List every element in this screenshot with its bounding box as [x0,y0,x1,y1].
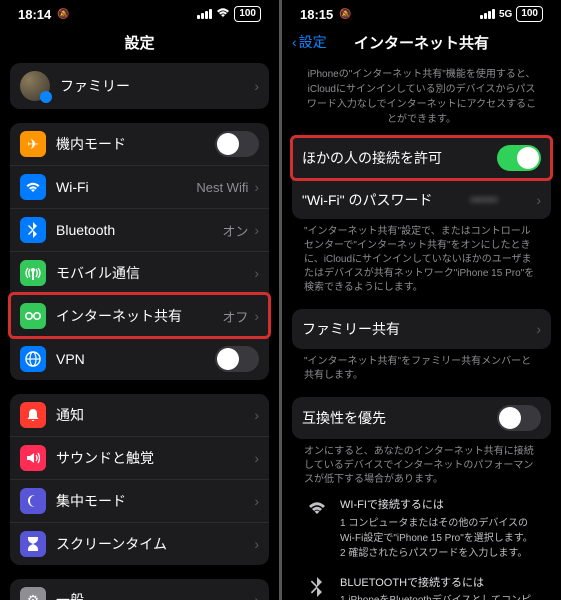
antenna-icon [20,260,46,286]
status-bar: 18:15 🔕 5G 100 [282,0,561,24]
airplane-mode-row[interactable]: ✈︎ 機内モード [10,123,269,165]
chevron-right-icon: › [254,493,259,509]
chevron-right-icon: › [254,308,259,324]
back-button[interactable]: ‹ 設定 [292,32,327,52]
speaker-icon [20,445,46,471]
compat-label: 互換性を優先 [302,408,497,428]
cellular-signal-icon [197,9,212,19]
wifi-info-title: WI-FIで接続するには [340,497,537,514]
gear-icon: ⚙︎ [20,587,46,600]
page-title: ‹ 設定 インターネット共有 [282,24,561,63]
chevron-right-icon: › [254,222,259,238]
bt-info-title: BLUETOOTHで接続するには [340,575,537,592]
chevron-right-icon: › [254,450,259,466]
settings-root-screen: 18:14 🔕 100 設定 ファミリー › ✈︎ 機内モード [0,0,279,600]
page-title: 設定 [0,24,279,63]
wifi-password-value: •••••• [470,192,530,207]
avatar-icon [20,71,50,101]
bluetooth-label: Bluetooth [56,222,222,238]
family-row[interactable]: ファミリー › [10,63,269,109]
airplane-toggle[interactable] [215,131,259,157]
bluetooth-icon [20,217,46,243]
bell-icon [20,402,46,428]
dnd-icon: 🔕 [57,9,69,20]
status-bar: 18:14 🔕 100 [0,0,279,24]
header-title-text: インターネット共有 [354,35,489,52]
wifi-instructions: WI-FIで接続するには 1 コンピュータまたはその他のデバイスのWi-Fi設定… [292,487,551,565]
airplane-icon: ✈︎ [20,131,46,157]
bluetooth-row[interactable]: Bluetooth オン › [10,208,269,251]
wifi-password-label: "Wi-Fi" のパスワード [302,190,470,210]
vpn-toggle[interactable] [215,346,259,372]
screentime-label: スクリーンタイム [56,534,254,554]
bluetooth-instructions: BLUETOOTHで接続するには 1 iPhoneをBluetoothデバイスと… [292,565,551,600]
moon-icon [20,488,46,514]
wifi-value: Nest Wifi [196,180,248,195]
back-label: 設定 [299,32,327,52]
battery-level: 100 [516,6,543,22]
sounds-row[interactable]: サウンドと触覚 › [10,436,269,479]
battery-level: 100 [234,6,261,22]
hotspot-label: インターネット共有 [56,306,222,326]
bluetooth-icon [306,577,328,600]
chevron-right-icon: › [536,321,541,337]
chevron-right-icon: › [254,592,259,600]
status-time: 18:15 [300,7,333,22]
notifications-row[interactable]: 通知 › [10,394,269,436]
cellular-label: モバイル通信 [56,263,254,283]
airplane-label: 機内モード [56,134,215,154]
bt-info-step1: 1 iPhoneをBluetoothデバイスとしてコンピュータにペアリングします… [340,593,537,600]
cellular-row[interactable]: モバイル通信 › [10,251,269,294]
general-label: 一般 [56,590,254,600]
hotspot-icon [20,303,46,329]
personal-hotspot-screen: 18:15 🔕 5G 100 ‹ 設定 インターネット共有 iPhoneの"イン… [282,0,561,600]
sounds-label: サウンドと触覚 [56,448,254,468]
chevron-left-icon: ‹ [292,34,297,50]
maximize-compatibility-row[interactable]: 互換性を優先 [292,397,551,439]
wifi-icon [216,7,230,21]
notifications-label: 通知 [56,405,254,425]
chevron-right-icon: › [254,78,259,94]
chevron-right-icon: › [254,265,259,281]
family-footer: "インターネット共有"をファミリー共有メンバーと共有します。 [292,349,551,383]
globe-icon [20,346,46,372]
vpn-label: VPN [56,351,215,367]
allow-others-label: ほかの人の接続を許可 [302,148,497,168]
chevron-right-icon: › [254,536,259,552]
settings-list: ファミリー › ✈︎ 機内モード Wi-Fi Nest Wifi › Bluet… [0,63,279,600]
chevron-right-icon: › [254,179,259,195]
hotspot-value: オフ [222,307,248,326]
dnd-icon: 🔕 [339,9,351,20]
intro-text: iPhoneの"インターネット共有"機能を使用すると、iCloudにサインインし… [292,63,551,137]
focus-label: 集中モード [56,491,254,511]
compat-toggle[interactable] [497,405,541,431]
wifi-row[interactable]: Wi-Fi Nest Wifi › [10,165,269,208]
status-time: 18:14 [18,7,51,22]
compat-footer: オンにすると、あなたのインターネット共有に接続しているデバイスでインターネットの… [292,439,551,487]
bluetooth-value: オン [222,221,248,240]
focus-row[interactable]: 集中モード › [10,479,269,522]
allow-others-row[interactable]: ほかの人の接続を許可 [292,137,551,179]
network-type: 5G [499,9,512,20]
chevron-right-icon: › [536,192,541,208]
hourglass-icon [20,531,46,557]
cellular-signal-icon [480,9,495,19]
chevron-right-icon: › [254,407,259,423]
family-sharing-label: ファミリー共有 [302,319,536,339]
wifi-icon [306,499,328,561]
wifi-password-row[interactable]: "Wi-Fi" のパスワード •••••• › [292,179,551,219]
family-sharing-row[interactable]: ファミリー共有 › [292,309,551,349]
personal-hotspot-row[interactable]: インターネット共有 オフ › [10,294,269,337]
vpn-row[interactable]: VPN [10,337,269,380]
wifi-label: Wi-Fi [56,179,196,195]
wifi-info-step1: 1 コンピュータまたはその他のデバイスのWi-Fi設定で"iPhone 15 P… [340,516,537,546]
wifi-icon [20,174,46,200]
wifi-info-step2: 2 確認されたらパスワードを入力します。 [340,546,537,561]
family-label: ファミリー [60,76,254,96]
screentime-row[interactable]: スクリーンタイム › [10,522,269,565]
password-footer: "インターネット共有"設定で、またはコントロールセンターで"インターネット共有"… [292,219,551,295]
general-row[interactable]: ⚙︎ 一般 › [10,579,269,600]
allow-others-toggle[interactable] [497,145,541,171]
hotspot-content: iPhoneの"インターネット共有"機能を使用すると、iCloudにサインインし… [282,63,561,600]
